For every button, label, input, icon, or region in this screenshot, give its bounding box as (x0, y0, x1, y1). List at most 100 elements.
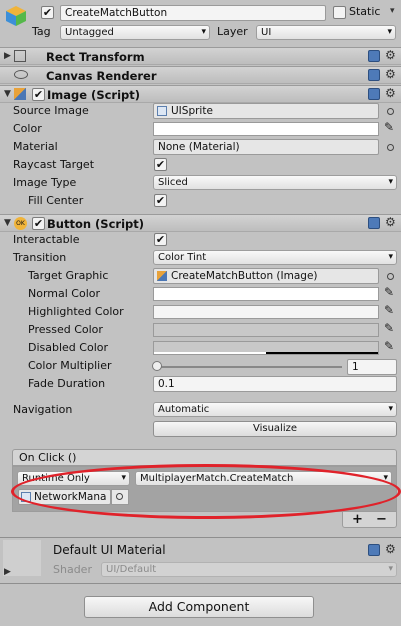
gear-icon[interactable]: ⚙ (385, 67, 396, 81)
button-enabled-checkbox[interactable]: ✔ (32, 217, 45, 230)
fold-arrow-icon[interactable]: ▼ (4, 218, 11, 228)
fade-duration-label: Fade Duration (28, 377, 106, 390)
image-type-value: Sliced (158, 177, 188, 188)
static-label: Static (349, 5, 381, 18)
static-checkbox[interactable] (333, 6, 346, 19)
remove-event-button[interactable]: − (376, 512, 387, 527)
add-event-button[interactable]: + (352, 512, 363, 527)
eyedropper-icon[interactable]: ✎ (384, 285, 394, 299)
gear-icon[interactable]: ⚙ (385, 86, 396, 100)
highlight-ellipse (11, 464, 401, 519)
fold-arrow-icon[interactable]: ▼ (4, 89, 11, 99)
shader-value: UI/Default (106, 564, 157, 575)
source-image-value: UISprite (171, 105, 213, 117)
chevron-down-icon: ▾ (388, 564, 393, 574)
image-component-icon (157, 271, 167, 281)
color-multiplier-slider-knob[interactable] (152, 361, 162, 371)
chevron-down-icon: ▾ (388, 177, 393, 187)
image-type-dropdown[interactable]: Sliced ▾ (153, 175, 397, 190)
color-multiplier-slider-track[interactable] (156, 366, 342, 368)
gear-icon[interactable]: ⚙ (385, 542, 396, 556)
highlighted-color-swatch[interactable] (153, 305, 379, 319)
image-title: Image (Script) (47, 88, 141, 102)
material-title: Default UI Material (53, 543, 166, 557)
material-field[interactable]: None (Material) (153, 139, 379, 155)
rect-transform-header[interactable]: ▶ Rect Transform ⚙ (0, 47, 401, 65)
help-book-icon[interactable] (368, 217, 380, 229)
rect-transform-icon (14, 50, 26, 62)
image-component-icon (14, 88, 26, 100)
color-swatch[interactable] (153, 122, 379, 136)
help-book-icon[interactable] (368, 544, 380, 556)
sprite-icon (157, 106, 167, 116)
disabled-color-label: Disabled Color (28, 341, 109, 354)
object-picker-icon[interactable] (387, 108, 394, 115)
shader-label: Shader (53, 563, 92, 576)
transition-value: Color Tint (158, 252, 207, 263)
object-picker-icon[interactable] (387, 273, 394, 280)
add-component-button[interactable]: Add Component (84, 596, 314, 618)
help-book-icon[interactable] (368, 88, 380, 100)
target-graphic-label: Target Graphic (28, 269, 109, 282)
target-graphic-field[interactable]: CreateMatchButton (Image) (153, 268, 379, 284)
chevron-down-icon: ▾ (387, 27, 392, 37)
normal-color-swatch[interactable] (153, 287, 379, 301)
transition-dropdown[interactable]: Color Tint ▾ (153, 250, 397, 265)
eyedropper-icon[interactable]: ✎ (384, 120, 394, 134)
fold-arrow-icon[interactable]: ▶ (4, 567, 11, 577)
canvas-renderer-title: Canvas Renderer (46, 69, 157, 83)
help-book-icon[interactable] (368, 50, 380, 62)
image-type-label: Image Type (13, 176, 77, 189)
disabled-color-swatch[interactable] (153, 341, 379, 355)
chevron-down-icon: ▾ (388, 404, 393, 414)
object-name-field[interactable]: CreateMatchButton (60, 5, 326, 21)
fade-duration-field[interactable]: 0.1 (153, 376, 397, 392)
image-header[interactable]: ▼ ✔ Image (Script) ⚙ (0, 85, 401, 103)
navigation-value: Automatic (158, 404, 210, 415)
fold-arrow-icon[interactable]: ▶ (4, 51, 11, 61)
fill-center-checkbox[interactable]: ✔ (154, 194, 167, 207)
navigation-dropdown[interactable]: Automatic ▾ (153, 402, 397, 417)
button-component-icon: OK (14, 217, 27, 230)
button-header[interactable]: ▼ OK ✔ Button (Script) ⚙ (0, 214, 401, 232)
image-enabled-checkbox[interactable]: ✔ (32, 88, 45, 101)
tag-label: Tag (32, 25, 51, 38)
alpha-bar (154, 352, 266, 354)
gear-icon[interactable]: ⚙ (385, 215, 396, 229)
eyedropper-icon[interactable]: ✎ (384, 303, 394, 317)
layer-dropdown[interactable]: UI ▾ (256, 25, 396, 40)
layer-value: UI (261, 27, 272, 38)
layer-label: Layer (217, 25, 248, 38)
color-label: Color (13, 122, 42, 135)
eyedropper-icon[interactable]: ✎ (384, 339, 394, 353)
interactable-checkbox[interactable]: ✔ (154, 233, 167, 246)
help-book-icon[interactable] (368, 69, 380, 81)
target-graphic-value: CreateMatchButton (Image) (171, 270, 318, 282)
fill-center-label: Fill Center (28, 194, 84, 207)
gear-icon[interactable]: ⚙ (385, 48, 396, 62)
cube-icon (4, 4, 28, 28)
on-click-title: On Click () (19, 451, 77, 464)
raycast-target-label: Raycast Target (13, 158, 95, 171)
normal-color-label: Normal Color (28, 287, 101, 300)
static-dropdown-arrow[interactable]: ▾ (390, 6, 395, 16)
alpha-bar-dark (266, 352, 378, 354)
source-image-field[interactable]: UISprite (153, 103, 379, 119)
pressed-color-label: Pressed Color (28, 323, 103, 336)
chevron-down-icon: ▾ (388, 252, 393, 262)
tag-dropdown[interactable]: Untagged ▾ (60, 25, 210, 40)
color-multiplier-label: Color Multiplier (28, 359, 112, 372)
eyedropper-icon[interactable]: ✎ (384, 321, 394, 335)
raycast-target-checkbox[interactable]: ✔ (154, 158, 167, 171)
pressed-color-swatch[interactable] (153, 323, 379, 337)
interactable-label: Interactable (13, 233, 80, 246)
object-picker-icon[interactable] (387, 144, 394, 151)
eye-icon (14, 70, 28, 79)
visualize-button[interactable]: Visualize (153, 421, 397, 437)
canvas-renderer-header[interactable]: Canvas Renderer ⚙ (0, 66, 401, 84)
source-image-label: Source Image (13, 104, 89, 117)
tag-value: Untagged (65, 27, 114, 38)
active-checkbox[interactable]: ✔ (41, 6, 54, 19)
material-label: Material (13, 140, 58, 153)
color-multiplier-field[interactable]: 1 (347, 359, 397, 375)
